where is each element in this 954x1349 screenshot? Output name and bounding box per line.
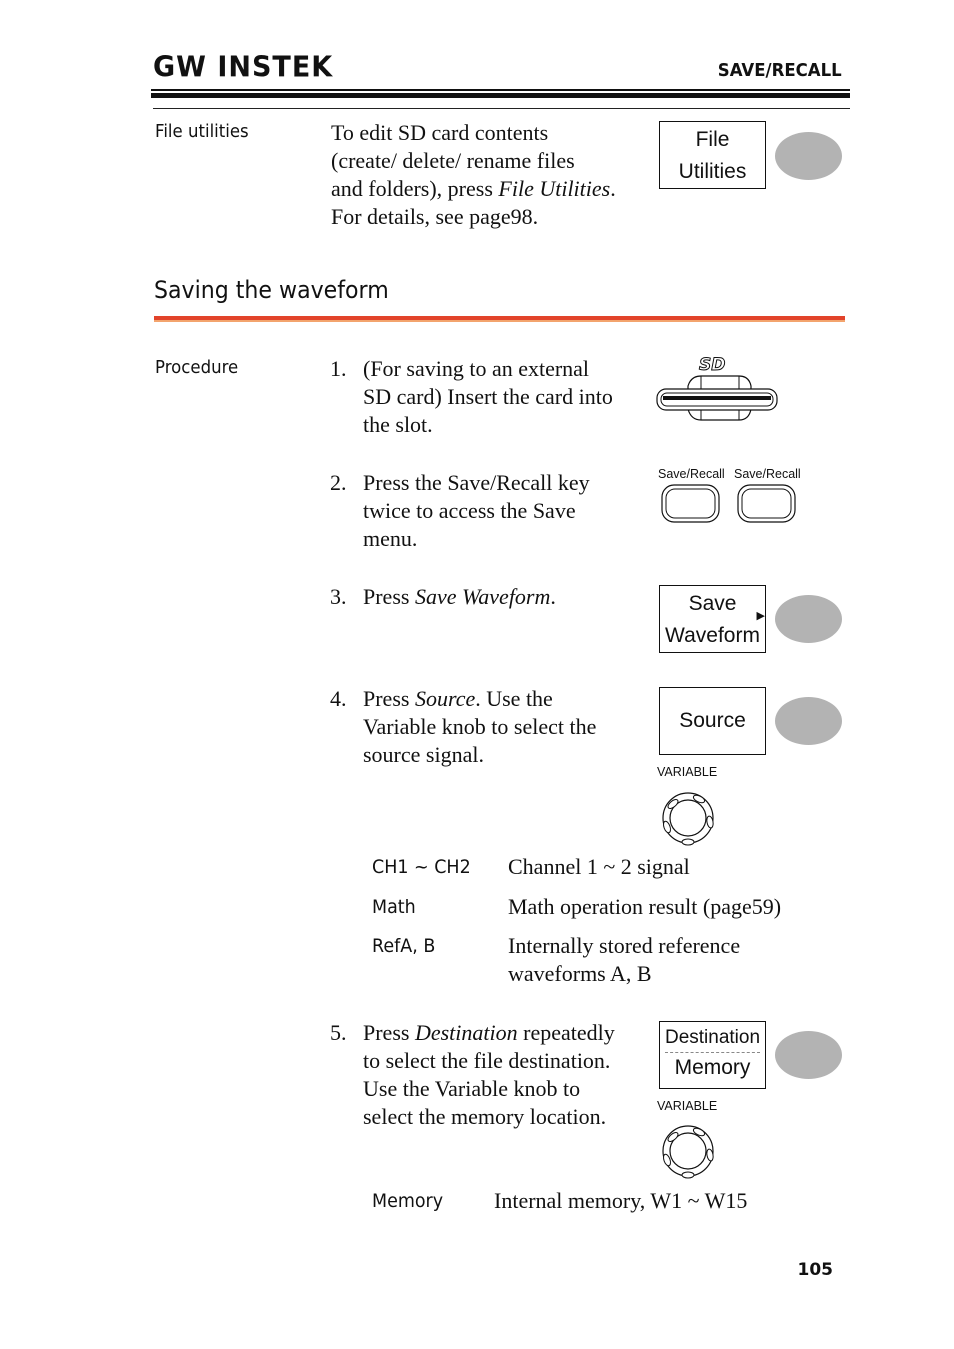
softkey-label: Destination: [664, 1027, 761, 1048]
text-span: and folders), press: [331, 176, 499, 201]
step-2: 2. Press the Save/Recall key twice to ac…: [330, 469, 650, 553]
step-number: 2.: [330, 470, 347, 495]
variable-knob-icon[interactable]: [660, 1123, 716, 1179]
text-span: Press: [363, 584, 415, 609]
text-line: menu.: [363, 526, 418, 551]
text-line: (create/ delete/ rename files: [331, 148, 575, 173]
file-utilities-description: To edit SD card contents (create/ delete…: [331, 119, 651, 231]
source-option-key: Math: [372, 896, 416, 918]
step-3: 3. Press Save Waveform.: [330, 583, 650, 611]
text-line: the slot.: [363, 412, 433, 437]
softkey-label: Waveform: [665, 624, 760, 647]
text-line: For details, see page98.: [331, 204, 539, 229]
save-waveform-bezel-button[interactable]: [775, 595, 842, 643]
step-number: 3.: [330, 584, 347, 609]
softkey-label: Source: [679, 709, 746, 732]
text-line: waveforms A, B: [508, 961, 652, 986]
emphasis: Destination: [414, 1020, 518, 1045]
procedure-label: Procedure: [155, 357, 239, 378]
save-recall-key-label-1: Save/Recall: [658, 467, 725, 481]
file-utilities-bezel-button[interactable]: [775, 132, 842, 180]
source-bezel-button[interactable]: [775, 697, 842, 745]
save-waveform-softkey[interactable]: Save Waveform ▶: [659, 585, 766, 653]
softkey-label: Save: [688, 592, 737, 615]
text-line: to select the file destination.: [363, 1048, 611, 1073]
text-span: Press: [363, 686, 415, 711]
text-line: Press Source. Use the: [363, 685, 650, 713]
save-recall-keys: [661, 484, 796, 523]
text-span: repeatedly: [517, 1020, 615, 1045]
softkey-label: File: [695, 128, 730, 151]
text-line: SD card) Insert the card into: [363, 384, 613, 409]
section-rule-highlight: [154, 320, 845, 322]
section-title: Saving the waveform: [154, 276, 389, 304]
step-5: 5. Press Destination repeatedly to selec…: [330, 1019, 650, 1131]
text-line: (For saving to an external: [363, 356, 590, 381]
destination-option-key: Memory: [372, 1190, 444, 1212]
brand-logo: GW INSTEK: [153, 51, 334, 84]
destination-softkey[interactable]: Destination Memory: [659, 1021, 766, 1089]
text-line: Press Destination repeatedly: [363, 1019, 650, 1047]
text-span: .: [550, 584, 556, 609]
source-option-value: Internally stored reference waveforms A,…: [508, 932, 740, 988]
text-span: . Use the: [475, 686, 553, 711]
text-line: Variable knob to select the: [363, 714, 597, 739]
text-line: Internally stored reference: [508, 933, 741, 958]
variable-knob-label: VARIABLE: [657, 765, 718, 779]
source-softkey[interactable]: Source: [659, 687, 766, 755]
submenu-arrow-icon: ▶: [756, 610, 765, 622]
text-span: Press: [363, 1020, 415, 1045]
header-rule-thick: [151, 93, 850, 98]
step-4: 4. Press Source. Use the Variable knob t…: [330, 685, 650, 769]
softkey-value: Memory: [674, 1056, 751, 1079]
destination-bezel-button[interactable]: [775, 1031, 842, 1079]
text-line: and folders), press File Utilities.: [331, 175, 651, 203]
source-option-value: Channel 1 ~ 2 signal: [508, 854, 690, 879]
header-rule-hair: [153, 108, 850, 109]
page-number: 105: [797, 1260, 834, 1280]
destination-option-value: Internal memory, W1 ~ W15: [494, 1188, 748, 1213]
header-rule-thin: [151, 89, 850, 91]
step-number: 4.: [330, 686, 347, 711]
sd-logo: SD: [699, 355, 725, 375]
emphasis: File Utilities: [498, 176, 611, 201]
text-line: twice to access the Save: [363, 498, 576, 523]
softkey-label: Utilities: [678, 160, 747, 183]
source-option-value: Math operation result (page59): [508, 894, 782, 919]
text-line: Use the Variable knob to: [363, 1076, 581, 1101]
emphasis: Save Waveform: [414, 584, 551, 609]
text-line: Press the Save/Recall key: [363, 470, 590, 495]
variable-knob-label: VARIABLE: [657, 1099, 718, 1113]
sd-card-slot-icon: SD: [656, 355, 778, 421]
text-line: select the memory location.: [363, 1104, 607, 1129]
file-utilities-label: File utilities: [155, 121, 249, 142]
save-recall-key-1[interactable]: [661, 484, 720, 523]
file-utilities-softkey[interactable]: File Utilities: [659, 121, 766, 189]
step-number: 5.: [330, 1020, 347, 1045]
save-recall-key-2[interactable]: [737, 484, 796, 523]
step-number: 1.: [330, 356, 347, 381]
section-tag: SAVE/RECALL: [718, 60, 842, 81]
text-line: To edit SD card contents: [331, 120, 549, 145]
save-recall-key-label-2: Save/Recall: [734, 467, 801, 481]
text-span: .: [610, 176, 616, 201]
text-line: source signal.: [363, 742, 484, 767]
source-option-key: RefA, B: [372, 935, 436, 957]
source-option-key: CH1 ~ CH2: [372, 856, 471, 878]
step-1: 1. (For saving to an external SD card) I…: [330, 355, 650, 439]
emphasis: Source: [414, 686, 476, 711]
variable-knob-icon[interactable]: [660, 790, 716, 846]
